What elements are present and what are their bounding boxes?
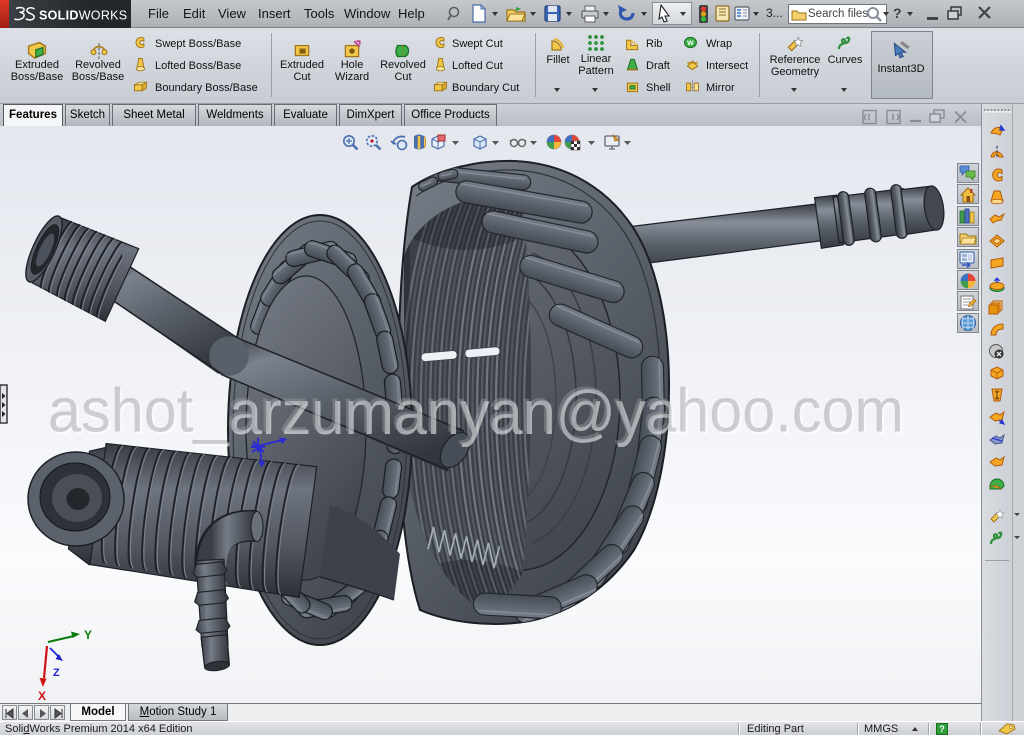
- svg-text:ashot_arzumanyan@yahoo.com: ashot_arzumanyan@yahoo.com: [48, 377, 904, 446]
- svg-text:Z: Z: [53, 667, 60, 679]
- svg-text:Y: Y: [84, 628, 92, 642]
- svg-text:W: W: [687, 40, 694, 47]
- svg-text:SOLIDWORKS: SOLIDWORKS: [39, 9, 127, 23]
- svg-text:X: X: [38, 689, 46, 703]
